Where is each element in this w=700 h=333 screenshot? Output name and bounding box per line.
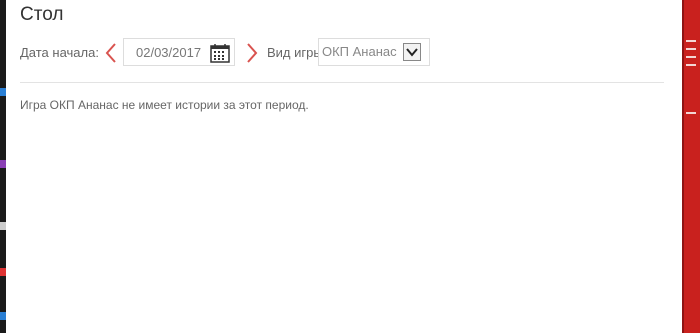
history-dialog: Стол Дата начала: 02/03/2017 Вид игры: О… — [6, 0, 682, 333]
game-type-value[interactable]: ОКП Ананас — [322, 44, 397, 60]
divider — [20, 82, 664, 83]
dialog-title: Стол — [20, 4, 64, 25]
prev-date-button[interactable] — [103, 42, 119, 64]
screen: Стол Дата начала: 02/03/2017 Вид игры: О… — [0, 0, 700, 333]
start-date-value[interactable]: 02/03/2017 — [136, 45, 201, 61]
background-app-fragment — [686, 56, 696, 58]
chevron-down-icon — [406, 48, 418, 57]
background-app-fragment — [686, 64, 696, 66]
background-app-right — [682, 0, 700, 333]
game-type-select[interactable]: ОКП Ананас — [318, 38, 430, 66]
background-app-fragment — [686, 112, 696, 114]
background-app-fragment — [686, 40, 696, 42]
chevron-right-icon — [247, 43, 258, 63]
dropdown-button[interactable] — [403, 43, 421, 61]
filter-row: Дата начала: 02/03/2017 Вид игры: ОКП Ан… — [20, 38, 660, 68]
calendar-button[interactable] — [209, 42, 231, 64]
next-date-button[interactable] — [244, 42, 260, 64]
background-app-fragment — [686, 48, 696, 50]
start-date-field[interactable]: 02/03/2017 — [123, 38, 235, 66]
start-date-label: Дата начала: — [20, 45, 99, 60]
background-divider — [682, 0, 684, 333]
chevron-left-icon — [105, 43, 116, 63]
empty-history-message: Игра ОКП Ананас не имеет истории за этот… — [20, 98, 309, 112]
calendar-icon — [210, 44, 230, 63]
